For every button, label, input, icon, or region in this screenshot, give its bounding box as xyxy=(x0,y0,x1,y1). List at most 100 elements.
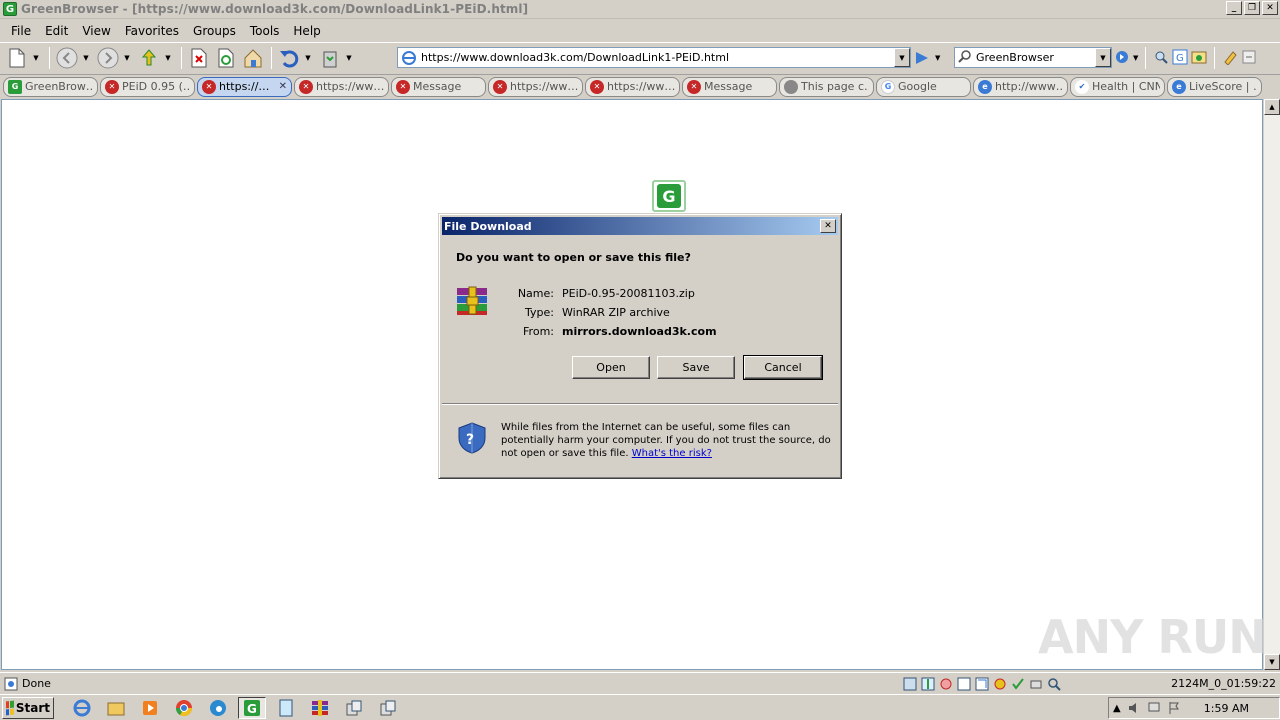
dialog-divider xyxy=(442,403,838,405)
cancel-button[interactable]: Cancel xyxy=(743,355,823,380)
tab-this-page[interactable]: This page c… xyxy=(779,76,874,97)
network-icon[interactable] xyxy=(1147,701,1161,715)
close-window-button[interactable]: ✕ xyxy=(1262,1,1278,15)
back-icon[interactable] xyxy=(54,45,80,71)
search-box[interactable]: GreenBrowser ▼ xyxy=(954,47,1112,68)
more-tools-icon[interactable] xyxy=(1241,49,1257,68)
security-shield-icon: ? xyxy=(457,422,487,454)
search-go-dropdown[interactable]: ▼ xyxy=(1133,54,1138,62)
up-icon[interactable] xyxy=(136,45,162,71)
ie-taskbar-icon[interactable] xyxy=(68,697,96,719)
tab-peid[interactable]: ✕ PEiD 0.95 (… xyxy=(100,76,195,97)
checkmark-icon[interactable] xyxy=(1011,677,1025,691)
tab-message-1[interactable]: ✕ Message xyxy=(391,76,486,97)
system-tray: ▲ 1:59 AM xyxy=(1108,697,1280,719)
file-source: mirrors.download3k.com xyxy=(562,325,717,338)
menu-tools[interactable]: Tools xyxy=(243,24,287,38)
file-type: WinRAR ZIP archive xyxy=(562,306,670,319)
zoom-icon[interactable] xyxy=(1047,677,1061,691)
error-icon: ✕ xyxy=(590,79,604,94)
file-name: PEiD-0.95-20081103.zip xyxy=(562,287,695,300)
tab-livescore[interactable]: e LiveScore | … xyxy=(1167,76,1262,97)
menu-edit[interactable]: Edit xyxy=(38,24,75,38)
stop-icon[interactable] xyxy=(186,45,212,71)
new-page-icon[interactable] xyxy=(4,45,30,71)
recycle-dropdown[interactable]: ▼ xyxy=(344,45,354,71)
google-icon: G xyxy=(881,79,895,94)
volume-icon[interactable] xyxy=(1127,701,1141,715)
tab-https-1[interactable]: ✕ https://ww… xyxy=(294,76,389,97)
forward-icon[interactable] xyxy=(95,45,121,71)
notepad-taskbar-icon[interactable] xyxy=(272,697,300,719)
save-button[interactable]: Save xyxy=(657,356,735,379)
tab-http-www[interactable]: e http://www… xyxy=(973,76,1068,97)
go-button[interactable]: ▼ xyxy=(914,49,944,67)
search-input[interactable]: GreenBrowser xyxy=(972,51,1095,64)
tab-bar: G GreenBrow… ✕ PEiD 0.95 (… ✕ https://… ✕ ✕ h… xyxy=(0,74,1280,98)
tab-greenbrowser[interactable]: G GreenBrow… xyxy=(3,76,98,97)
open-button[interactable]: Open xyxy=(572,356,650,379)
image-toggle-icon[interactable] xyxy=(939,677,953,691)
title-bar: G GreenBrowser - [https://www.download3k… xyxy=(0,0,1280,19)
tab-message-2[interactable]: ✕ Message xyxy=(682,76,777,97)
error-icon: ✕ xyxy=(299,79,313,94)
find-icon[interactable] xyxy=(1153,49,1169,68)
menu-groups[interactable]: Groups xyxy=(186,24,243,38)
status-text: Done xyxy=(22,677,51,690)
recycle-icon[interactable] xyxy=(317,45,343,71)
tab-cnn[interactable]: ✔ Health | CNN xyxy=(1070,76,1165,97)
app-taskbar-icon-2[interactable] xyxy=(374,697,402,719)
winrar-taskbar-icon[interactable] xyxy=(306,697,334,719)
screenshot-icon[interactable] xyxy=(1191,49,1207,68)
clear-icon[interactable] xyxy=(1222,49,1238,68)
edge-taskbar-icon[interactable] xyxy=(204,697,232,719)
proxy-icon[interactable] xyxy=(921,677,935,691)
home-icon[interactable] xyxy=(240,45,266,71)
search-go-icon[interactable] xyxy=(1114,49,1130,68)
explorer-taskbar-icon[interactable] xyxy=(102,697,130,719)
google-icon[interactable]: G xyxy=(1172,49,1188,68)
whats-the-risk-link[interactable]: What's the risk? xyxy=(632,448,712,459)
tab-google[interactable]: G Google xyxy=(876,76,971,97)
address-bar[interactable]: https://www.download3k.com/DownloadLink1… xyxy=(397,47,911,68)
app-taskbar-icon-1[interactable] xyxy=(340,697,368,719)
tab-https-3[interactable]: ✕ https://ww… xyxy=(585,76,680,97)
scroll-down-icon[interactable]: ▼ xyxy=(1264,654,1280,670)
script-toggle-icon[interactable] xyxy=(957,677,971,691)
tray-expand-icon[interactable]: ▲ xyxy=(1113,703,1121,714)
menu-help[interactable]: Help xyxy=(286,24,327,38)
vertical-scrollbar[interactable]: ▲ ▼ xyxy=(1263,99,1280,670)
chrome-taskbar-icon[interactable] xyxy=(170,697,198,719)
minimize-button[interactable]: _ xyxy=(1226,1,1242,15)
search-engine-dropdown[interactable]: ▼ xyxy=(1095,48,1111,67)
dialog-close-button[interactable]: ✕ xyxy=(820,219,836,233)
forward-dropdown[interactable]: ▼ xyxy=(122,45,132,71)
ie-icon: e xyxy=(978,79,992,94)
up-dropdown[interactable]: ▼ xyxy=(163,45,173,71)
address-input[interactable]: https://www.download3k.com/DownloadLink1… xyxy=(421,51,894,64)
greenbrowser-taskbar-icon[interactable]: G xyxy=(238,696,266,719)
download-status-icon[interactable] xyxy=(903,677,917,691)
undo-dropdown[interactable]: ▼ xyxy=(303,45,313,71)
back-dropdown[interactable]: ▼ xyxy=(81,45,91,71)
close-tab-icon[interactable]: ✕ xyxy=(279,81,287,92)
start-button[interactable]: Start xyxy=(2,696,54,719)
scroll-up-icon[interactable]: ▲ xyxy=(1264,99,1280,115)
address-dropdown[interactable]: ▼ xyxy=(894,48,910,67)
menu-favorites[interactable]: Favorites xyxy=(118,24,186,38)
search-icon xyxy=(958,49,972,66)
print-icon[interactable] xyxy=(1029,677,1043,691)
media-player-taskbar-icon[interactable] xyxy=(136,697,164,719)
popup-block-icon[interactable] xyxy=(975,677,989,691)
filter-icon[interactable] xyxy=(993,677,1007,691)
menu-file[interactable]: File xyxy=(4,24,38,38)
menu-view[interactable]: View xyxy=(75,24,117,38)
tab-active-download[interactable]: ✕ https://… ✕ xyxy=(197,76,292,97)
tab-https-2[interactable]: ✕ https://ww… xyxy=(488,76,583,97)
new-dropdown[interactable]: ▼ xyxy=(31,45,41,71)
undo-close-icon[interactable] xyxy=(276,45,302,71)
toolbar: ▼ ▼ ▼ ▼ ▼ ▼ https://www.download3k.com/D… xyxy=(0,42,1280,72)
action-center-flag-icon[interactable] xyxy=(1167,701,1181,715)
restore-button[interactable]: ❐ xyxy=(1244,1,1260,15)
refresh-icon[interactable] xyxy=(213,45,239,71)
